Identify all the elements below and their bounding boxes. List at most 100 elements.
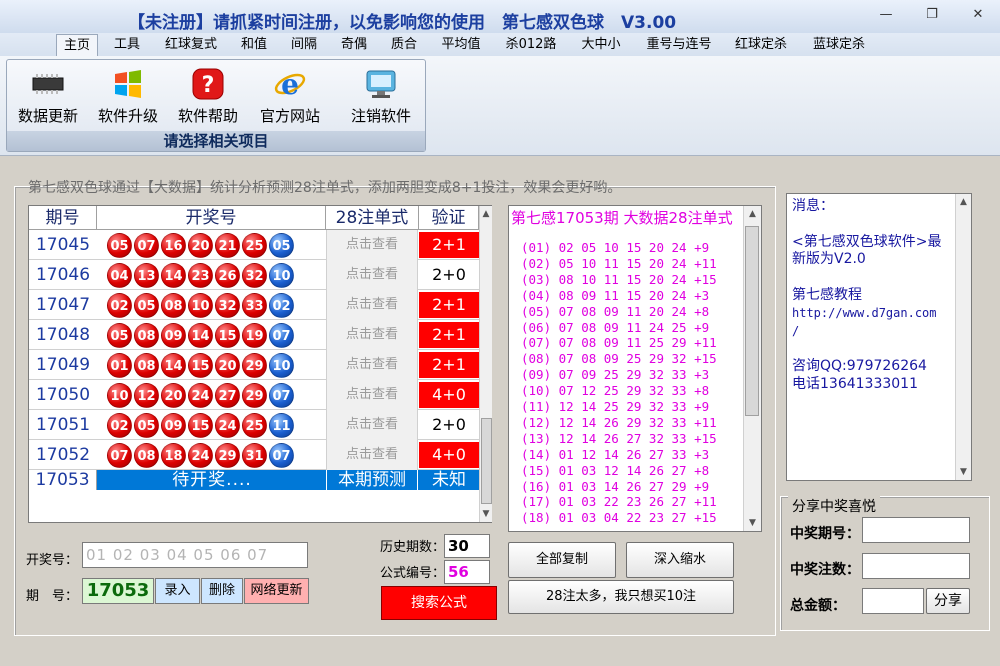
tab-sum[interactable]: 和值 bbox=[234, 34, 274, 56]
tab-home[interactable]: 主页 bbox=[56, 34, 98, 56]
share-button[interactable]: 分享 bbox=[926, 588, 970, 614]
tab-repeat[interactable]: 重号与连号 bbox=[638, 34, 720, 56]
search-formula-button[interactable]: 搜索公式 bbox=[381, 586, 497, 620]
bet-line: (04) 08 09 11 15 20 24 +3 bbox=[521, 287, 710, 303]
tab-kill-012[interactable]: 杀012路 bbox=[498, 34, 564, 56]
blue-ball: 07 bbox=[269, 443, 294, 468]
history-count-input[interactable]: 30 bbox=[444, 534, 490, 558]
pending-row[interactable]: 17053 待开奖.... 本期预测 未知 bbox=[29, 470, 479, 490]
bet-line: (16) 01 03 14 26 27 29 +9 bbox=[521, 478, 710, 494]
close-icon[interactable]: ✕ bbox=[966, 6, 990, 24]
view-bets-link[interactable]: 点击查看 bbox=[326, 410, 418, 440]
tab-red-kill[interactable]: 红球定杀 bbox=[728, 34, 794, 56]
red-ball: 05 bbox=[107, 323, 132, 348]
scroll-up-icon[interactable]: ▲ bbox=[744, 206, 761, 222]
red-ball: 33 bbox=[242, 293, 267, 318]
upgrade-button[interactable]: 软件升级 bbox=[93, 66, 163, 130]
red-ball: 09 bbox=[161, 413, 186, 438]
scroll-down-icon[interactable]: ▼ bbox=[744, 515, 761, 531]
data-update-button[interactable]: 数据更新 bbox=[13, 66, 83, 130]
red-ball: 02 bbox=[107, 413, 132, 438]
tab-prime[interactable]: 质合 bbox=[384, 34, 424, 56]
header-period[interactable]: 期号 bbox=[29, 206, 97, 230]
results-grid: 期号 开奖号 28注单式 验证 17045 05 07 16 20 21 25 05 点击查看 2… bbox=[28, 205, 492, 523]
bet-scrollbar[interactable]: ▲ ▼ bbox=[743, 206, 761, 531]
delete-button[interactable]: 删除 bbox=[201, 578, 243, 604]
table-row[interactable]: 17046 04 13 14 23 26 32 10 点击查看 2+0 bbox=[29, 260, 479, 290]
table-row[interactable]: 17052 07 08 18 24 29 31 07 点击查看 4+0 bbox=[29, 440, 479, 470]
view-bets-link[interactable]: 点击查看 bbox=[326, 230, 418, 260]
table-row[interactable]: 17051 02 05 09 15 24 25 11 点击查看 2+0 bbox=[29, 410, 479, 440]
blue-ball: 02 bbox=[269, 293, 294, 318]
help-button[interactable]: ? 软件帮助 bbox=[173, 66, 243, 130]
tab-odd-even[interactable]: 奇偶 bbox=[334, 34, 374, 56]
red-ball: 26 bbox=[215, 263, 240, 288]
table-row[interactable]: 17047 02 05 08 10 32 33 02 点击查看 2+1 bbox=[29, 290, 479, 320]
red-ball: 19 bbox=[242, 323, 267, 348]
enter-button[interactable]: 录入 bbox=[155, 578, 200, 604]
header-draw[interactable]: 开奖号 bbox=[97, 206, 326, 230]
total-amount-input[interactable] bbox=[862, 588, 924, 614]
reduce-bets-button[interactable]: 28注太多，我只想买10注 bbox=[508, 580, 734, 614]
tab-size[interactable]: 大中小 bbox=[574, 34, 628, 56]
scroll-down-icon[interactable]: ▼ bbox=[956, 464, 971, 480]
scroll-thumb[interactable] bbox=[745, 226, 759, 416]
grid-scrollbar[interactable]: ▲ ▼ bbox=[479, 206, 492, 522]
red-ball: 10 bbox=[107, 383, 132, 408]
verify-result: 2+0 bbox=[419, 412, 479, 438]
scroll-down-icon[interactable]: ▼ bbox=[480, 506, 492, 522]
draw-number-label: 开奖号： bbox=[26, 553, 79, 568]
tab-red-complex[interactable]: 红球复式 bbox=[158, 34, 224, 56]
verify-result: 2+1 bbox=[419, 352, 479, 378]
red-ball: 24 bbox=[188, 443, 213, 468]
scroll-thumb[interactable] bbox=[481, 418, 492, 504]
period-input[interactable]: 17053 bbox=[82, 578, 154, 604]
view-bets-link[interactable]: 点击查看 bbox=[326, 290, 418, 320]
view-bets-link[interactable]: 点击查看 bbox=[326, 320, 418, 350]
header-28-bets[interactable]: 28注单式 bbox=[326, 206, 419, 230]
minimize-icon[interactable]: — bbox=[874, 6, 898, 24]
row-period: 17048 bbox=[35, 325, 91, 345]
bet-list-title: 第七感17053期 大数据28注单式 bbox=[511, 209, 733, 227]
pending-forecast[interactable]: 本期预测 bbox=[326, 470, 418, 490]
bet-line: (09) 07 09 25 29 32 33 +3 bbox=[521, 367, 710, 383]
caption-text: 第七感双色球通过【大数据】统计分析预测28注单式，添加两胆变成8+1投注，效果会… bbox=[28, 180, 622, 196]
red-ball: 08 bbox=[134, 353, 159, 378]
message-line: 新版为V2.0 bbox=[792, 251, 866, 268]
tab-average[interactable]: 平均值 bbox=[434, 34, 488, 56]
view-bets-link[interactable]: 点击查看 bbox=[326, 380, 418, 410]
bet-list: 第七感17053期 大数据28注单式 (01) 02 05 10 15 20 2… bbox=[508, 205, 762, 532]
table-row[interactable]: 17045 05 07 16 20 21 25 05 点击查看 2+1 bbox=[29, 230, 479, 260]
scroll-up-icon[interactable]: ▲ bbox=[480, 206, 492, 222]
copy-all-button[interactable]: 全部复制 bbox=[508, 542, 616, 578]
message-line: 咨询QQ:979726264 bbox=[792, 358, 927, 375]
red-ball: 14 bbox=[161, 263, 186, 288]
message-line: 电话13641333011 bbox=[792, 376, 918, 392]
deep-shrink-button[interactable]: 深入缩水 bbox=[626, 542, 734, 578]
verify-result: 2+1 bbox=[419, 292, 479, 318]
scroll-up-icon[interactable]: ▲ bbox=[956, 194, 971, 210]
table-row[interactable]: 17050 10 12 20 24 27 29 07 点击查看 4+0 bbox=[29, 380, 479, 410]
view-bets-link[interactable]: 点击查看 bbox=[326, 350, 418, 380]
network-update-button[interactable]: 网络更新 bbox=[244, 578, 309, 604]
tab-interval[interactable]: 间隔 bbox=[284, 34, 324, 56]
table-row[interactable]: 17048 05 08 09 14 15 19 07 点击查看 2+1 bbox=[29, 320, 479, 350]
logout-button[interactable]: 注销软件 bbox=[343, 66, 419, 130]
win-period-input[interactable] bbox=[862, 517, 970, 543]
restore-icon[interactable]: ❐ bbox=[920, 6, 944, 24]
red-ball: 14 bbox=[161, 353, 186, 378]
header-verify[interactable]: 验证 bbox=[419, 206, 479, 230]
win-count-label: 中奖注数： bbox=[790, 562, 860, 578]
view-bets-link[interactable]: 点击查看 bbox=[326, 260, 418, 290]
red-ball: 08 bbox=[161, 293, 186, 318]
win-count-input[interactable] bbox=[862, 553, 970, 579]
message-scrollbar[interactable]: ▲ ▼ bbox=[955, 194, 971, 480]
table-row[interactable]: 17049 01 08 14 15 20 29 10 点击查看 2+1 bbox=[29, 350, 479, 380]
tab-blue-kill[interactable]: 蓝球定杀 bbox=[806, 34, 872, 56]
draw-balls: 05 07 16 20 21 25 05 bbox=[107, 233, 294, 258]
draw-number-input[interactable]: 01 02 03 04 05 06 07 bbox=[82, 542, 308, 568]
view-bets-link[interactable]: 点击查看 bbox=[326, 440, 418, 470]
formula-number-input[interactable]: 56 bbox=[444, 560, 490, 584]
official-site-button[interactable]: e 官方网站 bbox=[255, 66, 325, 130]
tab-tools[interactable]: 工具 bbox=[108, 34, 146, 56]
